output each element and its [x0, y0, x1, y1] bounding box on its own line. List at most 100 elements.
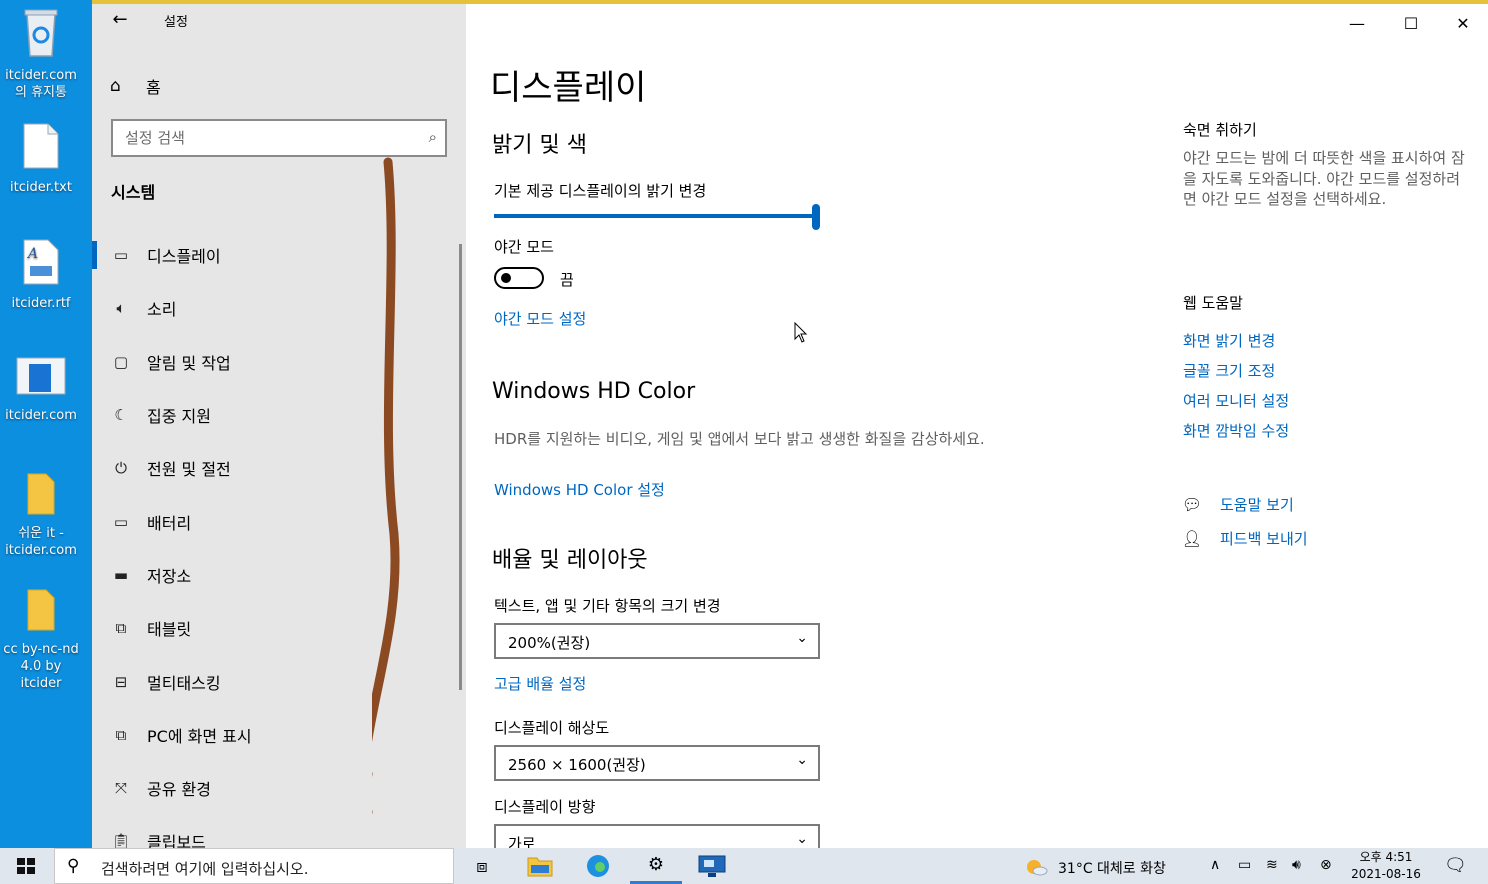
taskbar-search-box[interactable]: ⚲ 검색하려면 여기에 입력하십시오.: [54, 848, 454, 884]
weather-text[interactable]: 31°C 대체로 화창: [1058, 858, 1166, 878]
feedback-icon: 👤︎: [1181, 528, 1203, 548]
advanced-scaling-link[interactable]: 고급 배율 설정: [494, 673, 586, 694]
get-help-item[interactable]: 💬︎ 도움말 보기: [1180, 492, 1294, 516]
nav-home[interactable]: ⌂ 홈: [110, 72, 161, 100]
scale-dropdown[interactable]: 200%(권장) ⌄: [494, 623, 820, 659]
folder-icon: [27, 589, 55, 631]
nav-item-label: 디스플레이: [147, 247, 221, 266]
nav-item-label: 멀티태스킹: [147, 674, 221, 693]
orientation-label: 디스플레이 방향: [494, 798, 596, 816]
sleep-description: 야간 모드는 밤에 더 따뜻한 색을 표시하여 잠을 자도록 도와줍니다. 야간…: [1183, 149, 1465, 208]
nav-item-label: 저장소: [147, 567, 192, 586]
nav-item-label: 공유 환경: [147, 780, 211, 799]
desktop-icon-recycle-bin[interactable]: itcider.com의 휴지통: [0, 6, 82, 101]
recycle-bin-icon: [24, 9, 58, 57]
back-button[interactable]: ←: [106, 8, 134, 32]
taskbar: ⚲ 검색하려면 여기에 입력하십시오. ⧈ ⚙ 31°C 대체로 화창 ∧ ▭ …: [0, 848, 1488, 884]
disconnected-icon[interactable]: ⊗: [1320, 857, 1332, 873]
settings-icon[interactable]: ⚙: [630, 848, 682, 884]
desktop-icon-txt[interactable]: itcider.txt: [0, 122, 82, 196]
resolution-label: 디스플레이 해상도: [494, 719, 610, 737]
night-light-settings-link[interactable]: 야간 모드 설정: [494, 308, 586, 329]
battery-icon[interactable]: ▭: [1238, 857, 1251, 873]
toggle-knob: [501, 273, 511, 283]
display-settings-content: — ☐ ✕ 디스플레이 밝기 및 색 기본 제공 디스플레이의 밝기 변경 야간…: [466, 4, 1488, 853]
nav-item-multitasking[interactable]: ⊟ 멀티태스킹: [92, 662, 460, 702]
nav-item-display[interactable]: ▭ 디스플레이: [92, 235, 460, 275]
action-center-icon[interactable]: 🗨︎: [1444, 855, 1467, 876]
nav-item-sound[interactable]: 🔈︎ 소리: [92, 288, 460, 328]
minimize-button[interactable]: —: [1334, 10, 1380, 38]
edge-icon[interactable]: [572, 848, 624, 884]
remote-desktop-icon[interactable]: [686, 848, 738, 884]
search-icon[interactable]: ⌕: [429, 128, 437, 146]
help-link-font-size[interactable]: 글꼴 크기 조정: [1183, 360, 1275, 381]
close-button[interactable]: ✕: [1440, 10, 1486, 38]
nav-item-focus-assist[interactable]: ☾ 집중 지원: [92, 395, 460, 435]
desktop-icon-folder-2[interactable]: cc by-nc-nd 4.0 by itcider: [0, 588, 82, 692]
nav-item-notifications[interactable]: ▢ 알림 및 작업: [92, 342, 460, 382]
desktop-icon-label: cc by-nc-nd 4.0 by itcider: [3, 642, 79, 691]
brightness-slider-thumb[interactable]: [812, 204, 820, 230]
nav-item-power[interactable]: ⏻ 전원 및 절전: [92, 448, 460, 488]
hd-color-settings-link[interactable]: Windows HD Color 설정: [494, 479, 665, 500]
nav-item-label: 알림 및 작업: [147, 354, 231, 373]
home-icon: ⌂: [110, 76, 121, 96]
get-help-link[interactable]: 도움말 보기: [1220, 494, 1294, 515]
nav-item-shared-experiences[interactable]: ⤧ 공유 환경: [92, 768, 460, 808]
help-link-brightness[interactable]: 화면 밝기 변경: [1183, 330, 1275, 351]
text-file-icon: [23, 123, 59, 169]
windows-logo-icon: [17, 858, 35, 874]
clock-date: 2021-08-16: [1351, 867, 1421, 881]
volume-icon[interactable]: 🔊︎: [1292, 857, 1301, 873]
desktop-icon-label: itcider.com: [5, 408, 77, 423]
nav-scrollbar[interactable]: [459, 244, 462, 690]
scale-value: 200%(권장): [508, 634, 591, 652]
chevron-up-icon[interactable]: ∧: [1210, 857, 1220, 873]
page-title: 디스플레이: [490, 68, 647, 108]
maximize-button[interactable]: ☐: [1388, 10, 1434, 38]
web-help-title: 웹 도움말: [1183, 294, 1243, 312]
shared-experiences-icon: ⤧: [114, 779, 127, 797]
task-view-icon[interactable]: ⧈: [456, 848, 508, 884]
desktop-icon-label: itcider.txt: [10, 180, 72, 195]
multitasking-icon: ⊟: [114, 673, 128, 691]
section-title-brightness: 밝기 및 색: [492, 133, 587, 158]
nav-item-storage[interactable]: ▬ 저장소: [92, 555, 460, 595]
desktop-icon-label: itcider.rtf: [11, 296, 71, 311]
help-link-multiple-monitors[interactable]: 여러 모니터 설정: [1183, 390, 1289, 411]
taskbar-clock[interactable]: 오후 4:51 2021-08-16: [1340, 849, 1432, 883]
desktop-icon-rtf[interactable]: A itcider.rtf: [0, 238, 82, 312]
section-title-hd-color: Windows HD Color: [492, 379, 696, 404]
help-link-flicker[interactable]: 화면 깜박임 수정: [1183, 420, 1289, 441]
resolution-dropdown[interactable]: 2560 × 1600(권장) ⌄: [494, 745, 820, 781]
desktop-icon-label: 쉬운 it - itcider.com: [5, 526, 77, 558]
nav-item-label: 소리: [147, 300, 177, 319]
file-explorer-icon[interactable]: [514, 848, 566, 884]
chevron-down-icon: ⌄: [796, 630, 808, 646]
brightness-label: 기본 제공 디스플레이의 밝기 변경: [494, 182, 707, 200]
tablet-icon: ⧉: [115, 619, 127, 637]
nav-item-tablet[interactable]: ⧉ 태블릿: [92, 608, 460, 648]
settings-search-input[interactable]: [113, 121, 403, 155]
brightness-slider-track[interactable]: [494, 214, 818, 218]
nav-item-battery[interactable]: ▭ 배터리: [92, 502, 460, 542]
window-title: 설정: [164, 15, 188, 30]
feedback-link[interactable]: 피드백 보내기: [1220, 528, 1308, 549]
desktop-icon-web[interactable]: itcider.com: [0, 356, 82, 424]
monitor-icon: ▭: [113, 246, 129, 264]
hd-color-description: HDR를 지원하는 비디오, 게임 및 앱에서 보다 밝고 생생한 화질을 감상…: [494, 430, 985, 448]
feedback-item[interactable]: 👤︎ 피드백 보내기: [1180, 526, 1308, 550]
sleep-title: 숙면 취하기: [1183, 121, 1257, 139]
night-light-label: 야간 모드: [494, 238, 554, 256]
night-light-toggle[interactable]: [494, 267, 544, 289]
desktop-icon-folder-1[interactable]: 쉬운 it - itcider.com: [0, 472, 82, 559]
start-button[interactable]: [0, 848, 52, 884]
nav-item-label: PC에 화면 표시: [147, 727, 252, 746]
rtf-file-icon: A: [23, 239, 59, 285]
wifi-icon[interactable]: ≋: [1266, 857, 1278, 873]
power-icon: ⏻: [115, 459, 127, 477]
nav-item-projecting[interactable]: ⧉ PC에 화면 표시: [92, 715, 460, 755]
mouse-cursor-icon: [794, 322, 808, 343]
search-icon: ⚲: [67, 856, 80, 876]
